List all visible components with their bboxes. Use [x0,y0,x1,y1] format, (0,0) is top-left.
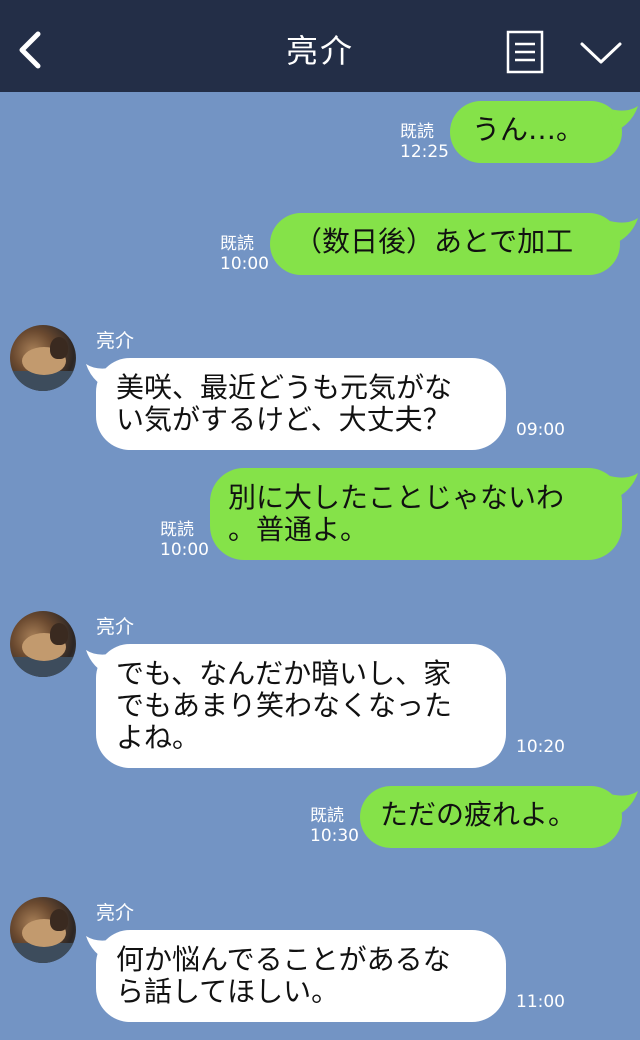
read-receipt: 既読 [400,122,434,142]
avatar[interactable] [10,611,76,677]
message-line: ら話してほしい。 [116,975,340,1008]
avatar[interactable] [10,325,76,391]
sender-name: 亮介 [96,616,135,638]
message-bubble[interactable]: でも、なんだか暗いし、家 でもあまり笑わなくなった よね。 [96,644,506,768]
message-time: 09:00 [516,420,565,440]
message-time: 12:25 [400,142,449,162]
message-line: 何か悩んでることがあるな [116,943,451,976]
message-bubble[interactable]: 別に大したことじゃないわ 。普通よ。 [210,468,622,560]
chat-title: 亮介 [285,32,354,70]
message-bubble[interactable]: 美咲、最近どうも元気がな い気がするけど、大丈夫？ [96,358,506,450]
message-time: 10:30 [310,826,359,846]
message-bubble[interactable]: （数日後）あとで加工 [270,213,620,275]
avatar[interactable] [10,897,76,963]
message-line: 別に大したことじゃないわ [228,481,565,514]
bubble-tail [606,106,638,132]
message-line: でもあまり笑わなくなった [116,689,453,722]
message-line: 。普通よ。 [228,513,369,546]
message-time: 10:00 [160,540,209,560]
read-receipt: 既読 [220,234,254,254]
message-bubble[interactable]: うん…。 [450,101,622,163]
message-bubble[interactable]: 何か悩んでることがあるな ら話してほしい。 [96,930,506,1022]
bubble-tail [606,473,638,499]
bubble-tail [606,791,638,817]
bubble-tail [606,218,638,244]
message-line: よね。 [116,721,201,754]
chevron-down-icon[interactable] [578,36,624,68]
message-time: 11:00 [516,992,565,1012]
read-receipt: 既読 [160,520,194,540]
message-line: でも、なんだか暗いし、家 [116,657,452,690]
read-receipt: 既読 [310,806,344,826]
message-line: 美咲、最近どうも元気がな [116,371,453,404]
sender-name: 亮介 [96,330,135,352]
sender-name: 亮介 [96,902,135,924]
message-line: い気がするけど、大丈夫？ [116,403,451,436]
message-time: 10:00 [220,254,269,274]
message-time: 10:20 [516,737,565,757]
chat-header: 亮介 [0,0,640,92]
message-bubble[interactable]: ただの疲れよ。 [360,786,622,848]
note-icon[interactable] [506,30,544,74]
